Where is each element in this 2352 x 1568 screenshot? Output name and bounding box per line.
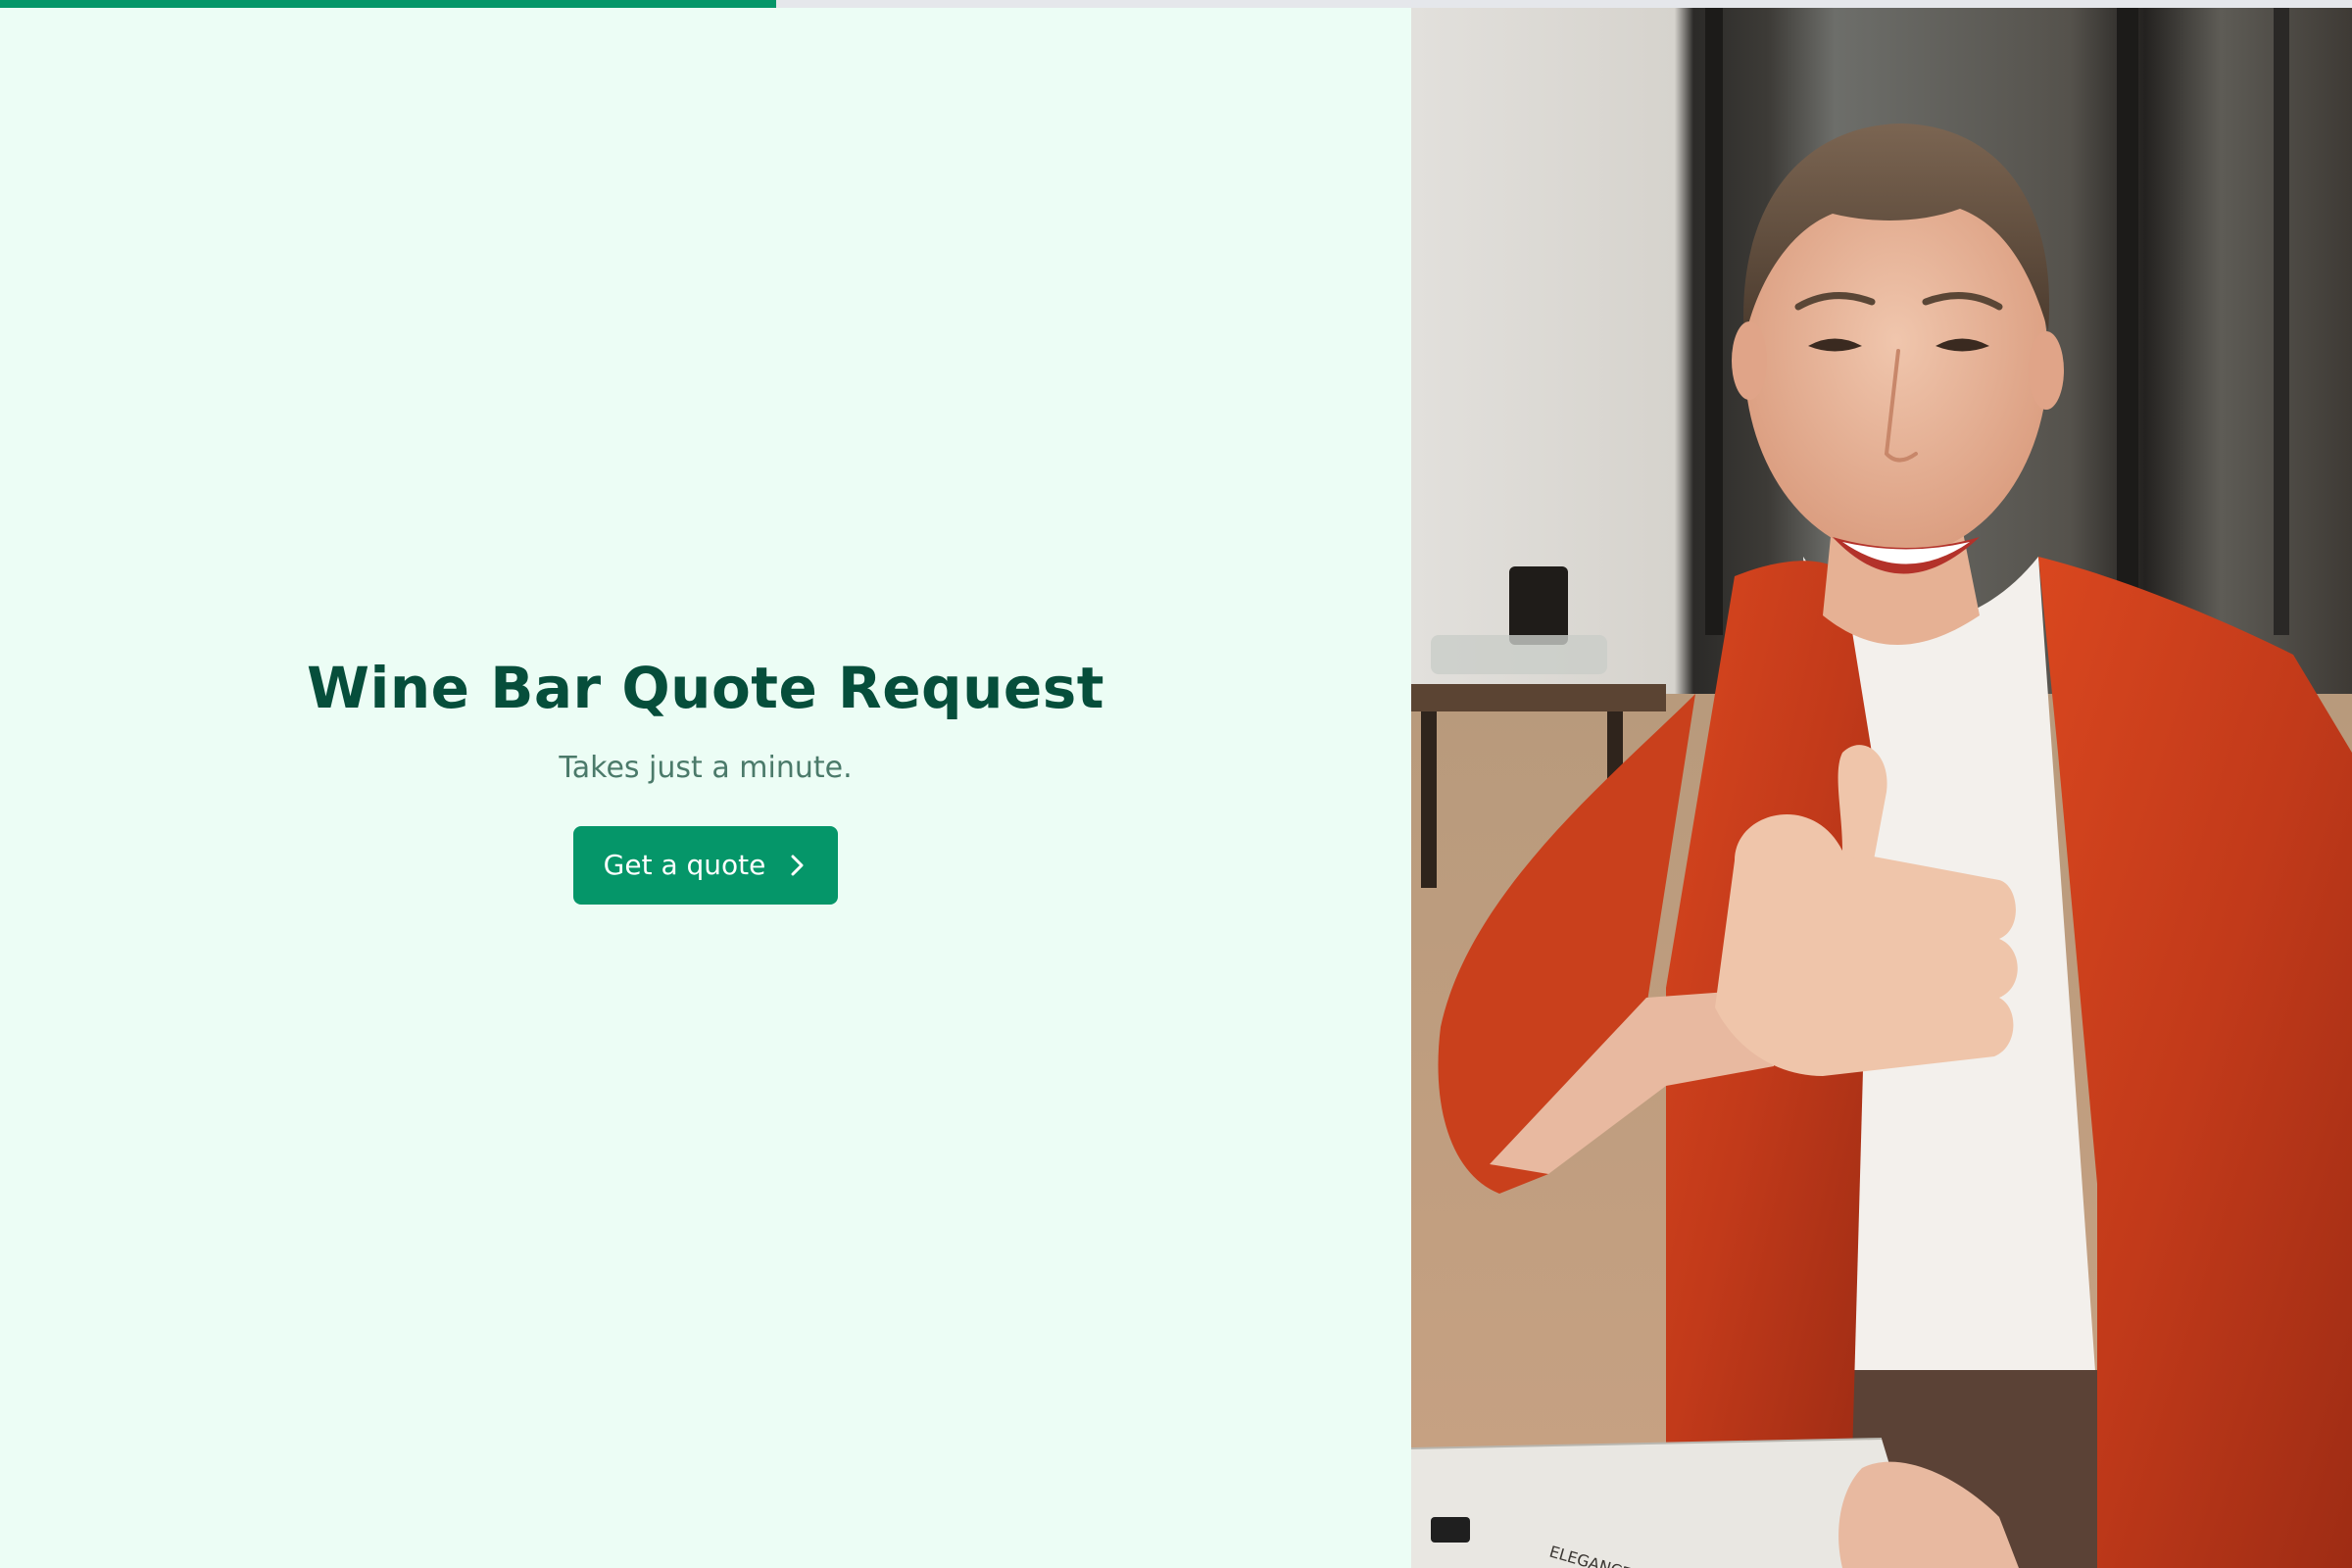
chevron-right-icon [787,852,808,879]
hero-photo-illustration: ELEGANCE FLUIDITY [1411,8,2352,1568]
intro-panel: Wine Bar Quote Request Takes just a minu… [0,8,1411,1568]
page-subtitle: Takes just a minute. [559,750,853,785]
get-quote-button-label: Get a quote [603,849,766,882]
get-quote-button[interactable]: Get a quote [572,825,839,905]
page-title: Wine Bar Quote Request [307,655,1104,721]
hero-photo: ELEGANCE FLUIDITY [1411,8,2352,1568]
intro-content: Wine Bar Quote Request Takes just a minu… [0,655,1411,905]
progress-bar-fill [0,0,776,8]
progress-bar [0,0,2352,8]
